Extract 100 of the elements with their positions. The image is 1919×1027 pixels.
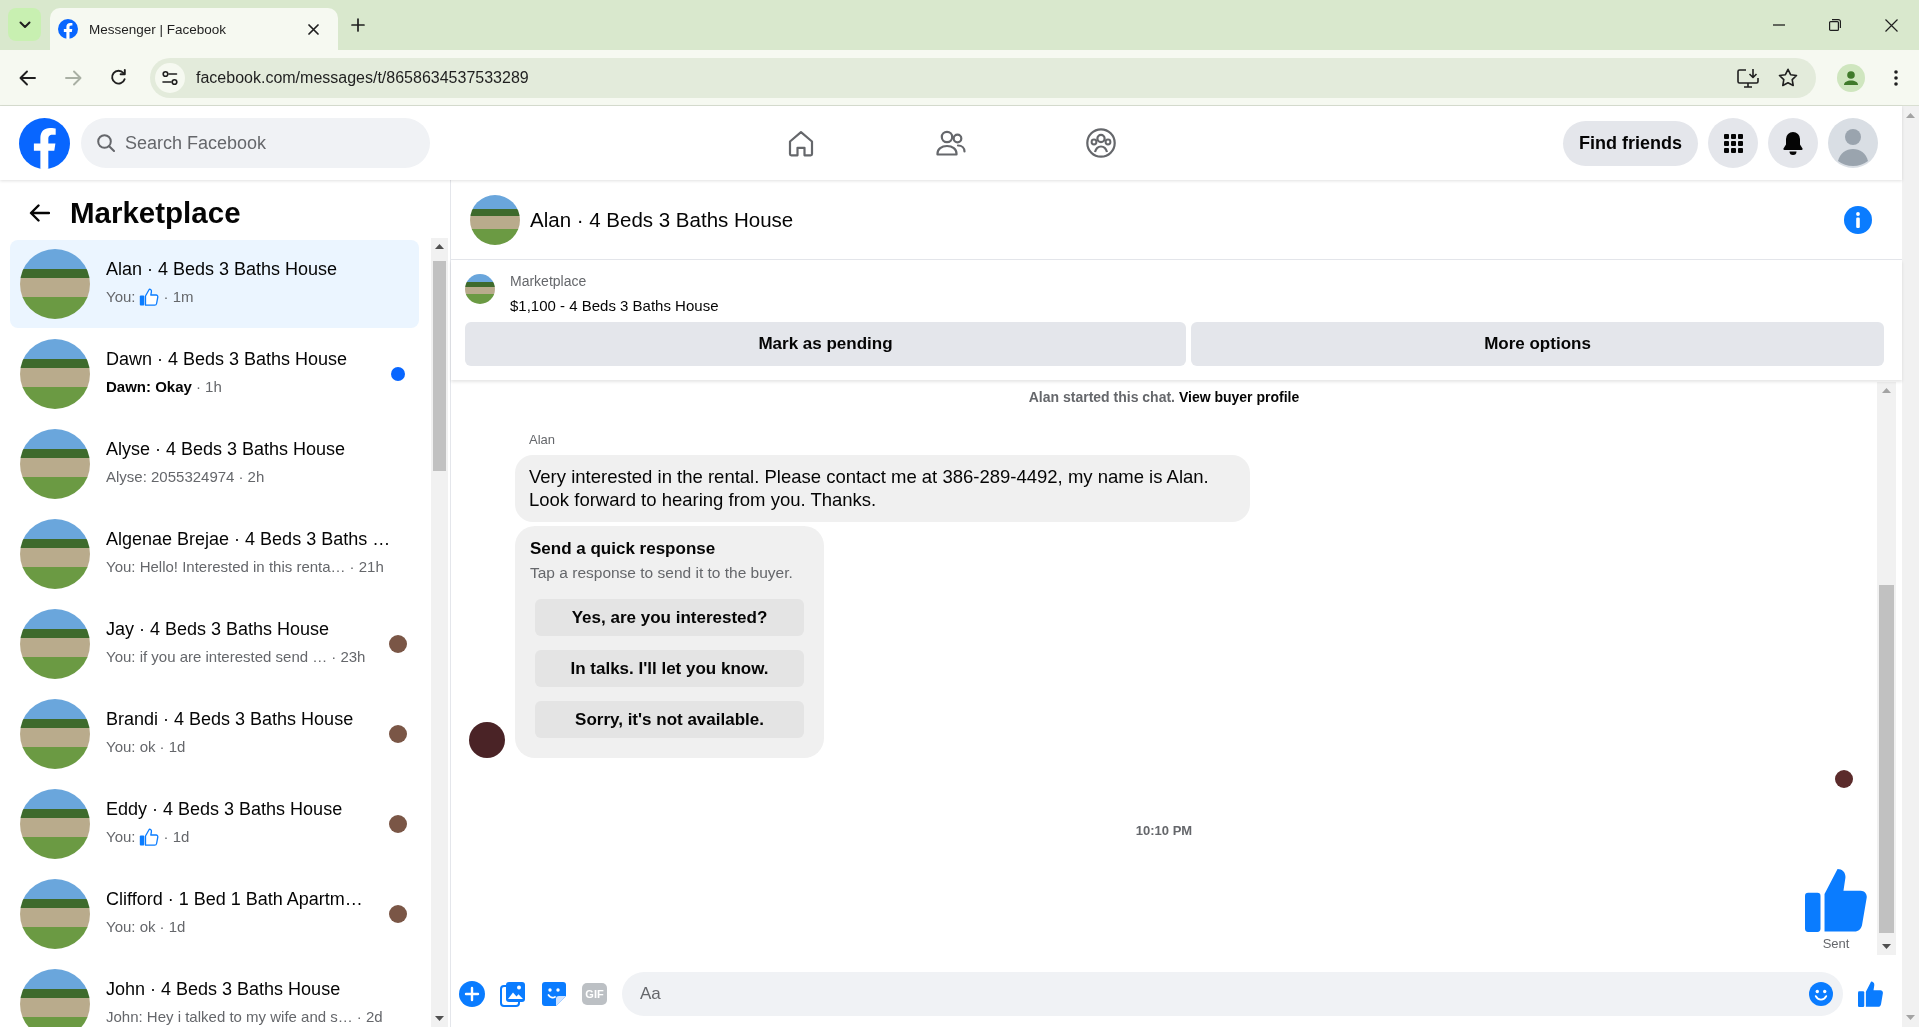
sender-name: Alan — [529, 432, 556, 448]
message-preview: Dawn: Okay — [106, 377, 192, 397]
sticker-icon[interactable] — [541, 981, 567, 1007]
card-title: Send a quick response — [530, 538, 716, 560]
info-icon[interactable] — [1844, 205, 1872, 234]
conversation-title: Brandi · 4 Beds 3 Baths House — [106, 708, 354, 731]
card-subtitle: Tap a response to send it to the buyer. — [530, 564, 793, 582]
message-preview: You: — [106, 287, 136, 307]
menu-button[interactable] — [1708, 118, 1758, 168]
message-preview: You: — [106, 827, 136, 847]
back-icon[interactable] — [18, 69, 36, 86]
logo-icon[interactable] — [19, 117, 70, 169]
conversation-item[interactable]: Algenae Brejae · 4 Beds 3 Baths … You: Hello! Interested in this renta… · 21h — [10, 510, 419, 598]
tab-search-button[interactable] — [8, 8, 41, 41]
conversation-item[interactable]: Clifford · 1 Bed 1 Bath Apartm… You: ok · 1d — [10, 870, 419, 958]
conversation-title: Clifford · 1 Bed 1 Bath Apartm… — [106, 888, 363, 911]
conversation-title: Dawn · 4 Beds 3 Baths House — [106, 348, 348, 371]
message-bubble: Very interested in the rental. Please contact me at 386-289-4492, my name is Alan. Look forward to hearing from you. Thanks. — [515, 455, 1250, 522]
close-tab-icon[interactable] — [308, 23, 319, 35]
notifications-button[interactable] — [1768, 118, 1818, 168]
home-icon[interactable] — [787, 129, 815, 157]
message-time: · 2h — [238, 467, 265, 487]
close-icon[interactable] — [1884, 18, 1898, 32]
back-arrow-icon[interactable] — [29, 204, 50, 222]
message-time: · 1h — [195, 377, 222, 397]
conversation-item[interactable]: Alyse · 4 Beds 3 Baths House Alyse: 2055324974 · 2h — [10, 420, 419, 508]
quick-reply-button[interactable]: Sorry, it's not available. — [535, 701, 804, 738]
message-time: · 1d — [159, 737, 186, 757]
listing-photo — [465, 274, 495, 304]
message-preview: You: Hello! Interested in this renta… — [106, 557, 346, 577]
scrollbar-thumb[interactable] — [1879, 585, 1894, 933]
conversation-title: Alan · 4 Beds 3 Baths House — [106, 258, 338, 281]
conversation-title: Alyse · 4 Beds 3 Baths House — [106, 438, 346, 461]
listing-photo — [20, 969, 90, 1027]
site-settings-icon[interactable] — [155, 62, 185, 93]
message-field[interactable]: Aa — [622, 972, 1843, 1016]
conversation-title: John · 4 Beds 3 Baths House — [106, 978, 341, 1001]
message-time: · 21h — [349, 557, 384, 577]
listing-label: Marketplace — [510, 272, 588, 290]
message-time: · 1m — [163, 287, 194, 307]
new-tab-icon[interactable] — [351, 18, 365, 32]
conversation-item[interactable]: Brandi · 4 Beds 3 Baths House You: ok · 1d — [10, 690, 419, 778]
restore-icon[interactable] — [1829, 19, 1841, 31]
conversation-item[interactable]: Dawn · 4 Beds 3 Baths House Dawn: Okay · 1h — [10, 330, 419, 418]
sender-avatar — [469, 722, 505, 758]
search-icon — [97, 134, 115, 152]
scroll-up-icon[interactable] — [435, 244, 444, 249]
listing-title: $1,100 - 4 Beds 3 Baths House — [510, 296, 719, 316]
seen-avatar — [1835, 770, 1853, 788]
message-time: · 23h — [331, 647, 366, 667]
more-menu-icon[interactable] — [1894, 69, 1898, 86]
message-preview: You: ok — [106, 917, 156, 937]
quick-reply-button[interactable]: Yes, are you interested? — [535, 599, 804, 636]
emoji-icon[interactable] — [1809, 982, 1833, 1006]
profile-icon[interactable] — [1837, 63, 1865, 92]
bookmark-star-icon[interactable] — [1778, 68, 1798, 87]
search-field[interactable]: Search Facebook — [81, 118, 430, 168]
conversation-title: Eddy · 4 Beds 3 Baths House — [106, 798, 343, 821]
favicon-icon — [58, 19, 78, 39]
scrollbar-thumb[interactable] — [433, 261, 446, 471]
grid-icon — [1723, 133, 1743, 153]
chat-scrollbar[interactable] — [1877, 382, 1896, 955]
groups-icon[interactable] — [1086, 128, 1116, 158]
message-preview: You: ok — [106, 737, 156, 757]
send-like-icon[interactable] — [1858, 981, 1883, 1007]
scroll-down-icon[interactable] — [435, 1016, 444, 1021]
message-timestamp: 10:10 PM — [1135, 823, 1193, 838]
message-time: · 2d — [356, 1007, 383, 1027]
delivery-status: Sent — [1822, 936, 1850, 952]
address-bar[interactable]: facebook.com/messages/t/8658634537533289 — [150, 57, 1816, 98]
chat-title: Alan · 4 Beds 3 Baths House — [530, 207, 794, 232]
friends-icon[interactable] — [936, 130, 966, 156]
listing-action-button[interactable]: More options — [1191, 322, 1884, 366]
bell-icon — [1782, 131, 1804, 155]
conversation-item[interactable]: John · 4 Beds 3 Baths House John: Hey i talked to my wife and s… · 2d — [10, 960, 419, 1027]
install-app-icon[interactable] — [1737, 67, 1759, 88]
chat-start-notice: Alan started this chat. View buyer profile — [1028, 389, 1300, 405]
quick-reply-button[interactable]: In talks. I'll let you know. — [535, 650, 804, 687]
conversation-title: Algenae Brejae · 4 Beds 3 Baths … — [106, 528, 391, 551]
message-time: · 1d — [163, 827, 190, 847]
listing-action-button[interactable]: Mark as pending — [465, 322, 1186, 366]
thumbs-up-icon — [1805, 868, 1867, 932]
scroll-down-icon[interactable] — [1882, 944, 1891, 949]
add-icon[interactable] — [459, 981, 485, 1007]
message-time: · 1d — [159, 917, 186, 937]
browser-tab[interactable]: Messenger | Facebook — [50, 8, 338, 50]
chevron-down-icon — [18, 20, 31, 29]
message-preview: You: if you are interested send … — [106, 647, 328, 667]
conversation-item[interactable]: Eddy · 4 Beds 3 Baths House You: · 1d — [10, 780, 419, 868]
conversation-item[interactable]: Jay · 4 Beds 3 Baths House You: if you are interested send … · 23h — [10, 600, 419, 688]
sidebar-title: Marketplace — [70, 196, 241, 230]
conversation-item[interactable]: Alan · 4 Beds 3 Baths House You: · 1m — [10, 240, 419, 328]
message-preview: Alyse: 2055324974 — [106, 467, 235, 487]
find-friends-button[interactable]: Find friends — [1563, 120, 1698, 166]
listing-photo — [470, 194, 520, 245]
photo-icon[interactable] — [500, 981, 526, 1007]
sidebar-scrollbar[interactable] — [431, 238, 448, 1027]
reload-icon[interactable] — [109, 69, 127, 86]
view-buyer-profile-link[interactable]: View buyer profile — [1178, 389, 1300, 405]
conversation-title: Jay · 4 Beds 3 Baths House — [106, 618, 330, 641]
